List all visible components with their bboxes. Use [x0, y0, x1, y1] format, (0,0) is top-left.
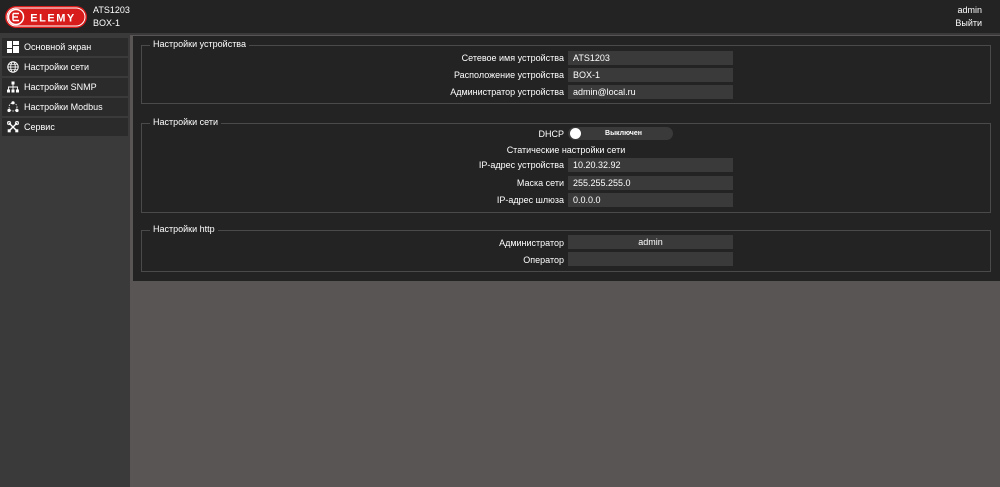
- sidebar-item-modbus[interactable]: Настройки Modbus: [2, 98, 128, 116]
- hostname-input[interactable]: [568, 51, 733, 65]
- sidebar-item-service[interactable]: Сервис: [2, 118, 128, 136]
- operator-input[interactable]: [568, 252, 733, 266]
- user-box: admin Выйти: [955, 4, 982, 30]
- sidebar-item-label: Сервис: [24, 122, 55, 132]
- mask-input[interactable]: [568, 176, 733, 190]
- location-label: Расположение устройства: [453, 70, 564, 80]
- ip-label: IP-адрес устройства: [478, 160, 564, 170]
- logout-link[interactable]: Выйти: [955, 17, 982, 30]
- sidebar-item-label: Настройки Modbus: [24, 102, 103, 112]
- sidebar-item-network[interactable]: Настройки сети: [2, 58, 128, 76]
- username: admin: [957, 5, 982, 15]
- mask-label: Маска сети: [516, 178, 564, 188]
- sidebar-item-main-screen[interactable]: Основной экран: [2, 38, 128, 56]
- http-admin-input[interactable]: [568, 235, 733, 249]
- gateway-input[interactable]: [568, 193, 733, 207]
- sidebar-item-label: Основной экран: [24, 42, 92, 52]
- dhcp-state-label: Выключен: [605, 130, 642, 137]
- device-info: ATS1203 BOX-1: [93, 4, 130, 30]
- http-admin-label: Администратор: [499, 238, 564, 248]
- http-settings-group: [141, 230, 991, 272]
- device-admin-input[interactable]: [568, 85, 733, 99]
- globe-icon: [7, 61, 19, 73]
- location-input[interactable]: [568, 68, 733, 82]
- operator-label: Оператор: [523, 255, 564, 265]
- sidebar-item-label: Настройки SNMP: [24, 82, 97, 92]
- network-settings-legend: Настройки сети: [150, 117, 221, 127]
- sidebar-item-label: Настройки сети: [24, 62, 89, 72]
- sidebar-item-snmp[interactable]: Настройки SNMP: [2, 78, 128, 96]
- network-settings-group: [141, 123, 991, 213]
- sidebar: Основной экран Настройки сети Настройки …: [0, 35, 130, 487]
- tools-icon: [7, 121, 19, 133]
- logo-text: ELEMY: [30, 13, 75, 25]
- gateway-label: IP-адрес шлюза: [496, 195, 564, 205]
- header: ELEMY ATS1203 BOX-1 admin Выйти: [0, 0, 1000, 35]
- device-settings-legend: Настройки устройства: [150, 39, 249, 49]
- ip-input[interactable]: [568, 158, 733, 172]
- device-model: ATS1203: [93, 5, 130, 15]
- device-admin-label: Администратор устройства: [450, 87, 564, 97]
- dhcp-toggle[interactable]: Выключен: [568, 127, 673, 140]
- elemy-logo: ELEMY: [4, 5, 88, 29]
- dhcp-label: DHCP: [538, 129, 564, 139]
- hostname-label: Сетевое имя устройства: [461, 53, 564, 63]
- device-settings-group: [141, 45, 991, 104]
- http-settings-legend: Настройки http: [150, 224, 218, 234]
- device-name: BOX-1: [93, 18, 121, 28]
- static-settings-heading: Статические настройки сети: [506, 145, 626, 155]
- modbus-icon: [7, 101, 19, 113]
- dashboard-icon: [7, 41, 19, 53]
- network-tree-icon: [7, 81, 19, 93]
